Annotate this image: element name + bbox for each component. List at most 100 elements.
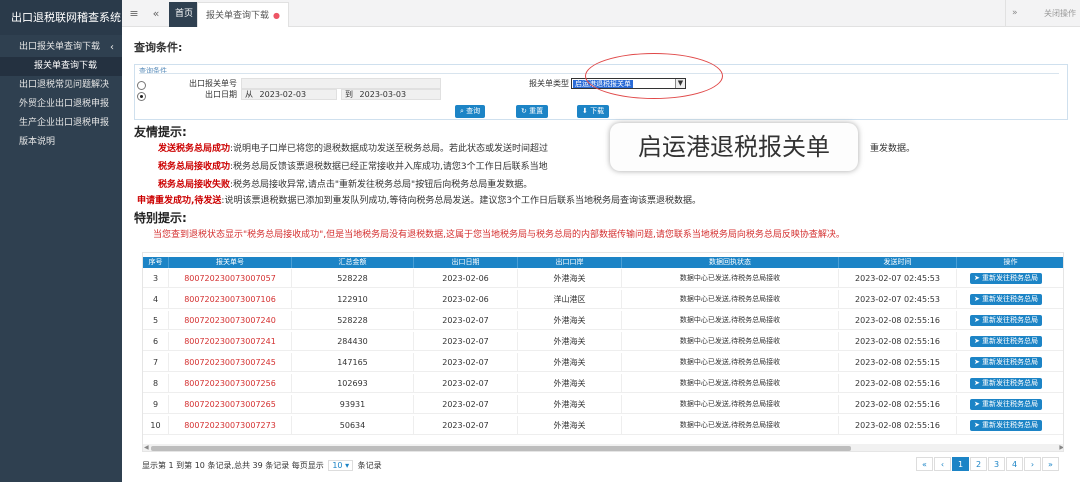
date-from-value: 2023-02-03: [259, 90, 307, 99]
reset-button[interactable]: ↻ 重置: [516, 105, 549, 118]
resend-to-tax-bureau-button[interactable]: ➤ 重新发往税务总局: [970, 378, 1042, 389]
table-cell: 数据中心已发送,待税务总局接收: [622, 311, 839, 330]
column-header: 操作: [957, 257, 1063, 268]
page-button-4[interactable]: 4: [1006, 457, 1023, 471]
table-cell: 数据中心已发送,待税务总局接收: [622, 416, 839, 435]
send-icon: ➤: [973, 379, 983, 387]
sidebar-item-faq[interactable]: 出口退税常见问题解决: [0, 76, 122, 95]
panel-title: 查询条件: [139, 67, 167, 75]
column-header: 序号: [143, 257, 169, 268]
scroll-left-icon[interactable]: ◀: [144, 444, 149, 451]
table-cell: 800720230073007265: [169, 395, 292, 414]
table-cell: 9: [143, 395, 169, 414]
table-cell: 外港海关: [518, 374, 622, 393]
page-button-2[interactable]: 2: [970, 457, 987, 471]
table-cell: 800720230073007256: [169, 374, 292, 393]
button-label: 重新发往税务总局: [982, 274, 1039, 282]
send-icon: ➤: [973, 358, 983, 366]
table-row: 9 800720230073007265 93931 2023-02-07 外港海关 数据…: [143, 395, 1063, 414]
table-cell-action: ➤ 重新发往税务总局: [957, 416, 1063, 435]
radio-by-date[interactable]: [137, 92, 146, 101]
table-cell: 数据中心已发送,待税务总局接收: [622, 395, 839, 414]
horizontal-scrollbar[interactable]: ◀ ▶: [143, 444, 1063, 451]
sidebar-item-version[interactable]: 版本说明: [0, 133, 122, 152]
last-page-button[interactable]: »: [1042, 457, 1059, 471]
table-cell: 2023-02-07: [414, 374, 518, 393]
table-cell: 3: [143, 269, 169, 288]
query-heading: 查询条件:: [134, 41, 183, 54]
resend-to-tax-bureau-button[interactable]: ➤ 重新发往税务总局: [970, 336, 1042, 347]
resend-to-tax-bureau-button[interactable]: ➤ 重新发往税务总局: [970, 294, 1042, 305]
table-cell: 外港海关: [518, 311, 622, 330]
app-title: 出口退税联网稽查系统: [0, 0, 122, 35]
resend-to-tax-bureau-button[interactable]: ➤ 重新发往税务总局: [970, 273, 1042, 284]
send-icon: ➤: [973, 316, 983, 324]
table-cell: 2023-02-07: [414, 311, 518, 330]
page-button-3[interactable]: 3: [988, 457, 1005, 471]
sidebar-item-trade-declaration[interactable]: 外贸企业出口退税申报: [0, 95, 122, 114]
table-cell: 2023-02-06: [414, 290, 518, 309]
table-cell: 800720230073007241: [169, 332, 292, 351]
tab-customs-download[interactable]: 报关单查询下载 ●: [197, 2, 289, 27]
query-button[interactable]: ⌕ 查询: [455, 105, 486, 118]
table-cell: 2023-02-07: [414, 416, 518, 435]
resend-to-tax-bureau-button[interactable]: ➤ 重新发往税务总局: [970, 315, 1042, 326]
resend-to-tax-bureau-button[interactable]: ➤ 重新发往税务总局: [970, 399, 1042, 410]
close-icon[interactable]: ●: [273, 11, 280, 20]
table-cell: 93931: [292, 395, 414, 414]
next-page-button[interactable]: ›: [1024, 457, 1041, 471]
app-window: 出口退税联网稽查系统 出口报关单查询下载 ‹ 报关单查询下载 出口退税常见问题解…: [0, 0, 1080, 482]
radio-by-number[interactable]: [137, 81, 146, 90]
table-cell: 外港海关: [518, 395, 622, 414]
download-button[interactable]: ⬇ 下载: [577, 105, 610, 118]
tab-scroll-left-icon[interactable]: «: [146, 0, 166, 27]
results-table: 序号 报关单号 汇总金额 出口日期 出口口岸 数据回执状态 发送时间 操作 38…: [142, 252, 1064, 452]
table-cell: 2023-02-07 02:45:53: [839, 290, 957, 309]
table-cell: 4: [143, 290, 169, 309]
page-button-1[interactable]: 1: [952, 457, 969, 471]
tips-heading: 友情提示:: [134, 125, 187, 139]
table-cell-action: ➤ 重新发往税务总局: [957, 311, 1063, 330]
sidebar-item-label: 报关单查询下载: [34, 61, 98, 71]
scrollbar-thumb[interactable]: [151, 446, 851, 451]
date-from-input[interactable]: 从 2023-02-03: [241, 89, 337, 100]
table-cell-action: ➤ 重新发往税务总局: [957, 395, 1063, 414]
sidebar-item-production-declaration[interactable]: 生产企业出口退税申报: [0, 114, 122, 133]
table-cell: 2023-02-08 02:55:16: [839, 416, 957, 435]
tab-scroll-right-icon[interactable]: »: [1012, 0, 1018, 27]
table-cell: 数据中心已发送,待税务总局接收: [622, 269, 839, 288]
table-cell: 122910: [292, 290, 414, 309]
customs-no-input[interactable]: [241, 78, 441, 89]
tip-line-4: 申请重发成功,待发送:说明该票退税数据已添加到重发队列成功,等待向税务总局发送。…: [137, 196, 702, 206]
date-to-input[interactable]: 到 2023-03-03: [341, 89, 441, 100]
sidebar-item-customs-query[interactable]: 出口报关单查询下载 ‹: [0, 38, 122, 57]
sidebar-item-label: 版本说明: [19, 137, 56, 147]
tab-label: 报关单查询下载: [206, 11, 270, 21]
close-operations-button[interactable]: 关闭操作: [1044, 0, 1076, 27]
page-size-select[interactable]: 10 ▾: [328, 460, 354, 471]
tab-home[interactable]: 首页: [169, 2, 200, 27]
tip-line-1: 发送税务总局成功:说明电子口岸已将您的退税数据成功发送至税务总局。若此状态或发送…: [158, 144, 549, 154]
prev-page-button[interactable]: ‹: [934, 457, 951, 471]
send-icon: ➤: [973, 337, 983, 345]
table-cell-action: ➤ 重新发往税务总局: [957, 353, 1063, 372]
table-cell: 数据中心已发送,待税务总局接收: [622, 374, 839, 393]
table-row: 3 800720230073007057 528228 2023-02-06 外港海关数…: [143, 269, 1063, 288]
table-cell: 2023-02-08 02:55:16: [839, 374, 957, 393]
first-page-button[interactable]: «: [916, 457, 933, 471]
menu-icon[interactable]: ≡: [124, 0, 144, 27]
column-header: 发送时间: [839, 257, 957, 268]
table-cell: 2023-02-07: [414, 332, 518, 351]
table-cell: 800720230073007245: [169, 353, 292, 372]
table-cell: 数据中心已发送,待税务总局接收: [622, 332, 839, 351]
column-header: 汇总金额: [292, 257, 414, 268]
scroll-right-icon[interactable]: ▶: [1059, 444, 1063, 451]
column-header: 数据回执状态: [622, 257, 839, 268]
sidebar-subitem-customs-download[interactable]: 报关单查询下载: [0, 57, 122, 76]
button-label: 重新发往税务总局: [982, 316, 1039, 324]
special-text: 当您查到退税状态显示"税务总局接收成功",但是当地税务局没有退税数据,这属于您当…: [153, 230, 845, 240]
resend-to-tax-bureau-button[interactable]: ➤ 重新发往税务总局: [970, 420, 1042, 431]
resend-to-tax-bureau-button[interactable]: ➤ 重新发往税务总局: [970, 357, 1042, 368]
table-row: 7 800720230073007245 147165 2023-02-07 外港海关数…: [143, 353, 1063, 372]
tab-tools: » 关闭操作: [1005, 0, 1080, 27]
